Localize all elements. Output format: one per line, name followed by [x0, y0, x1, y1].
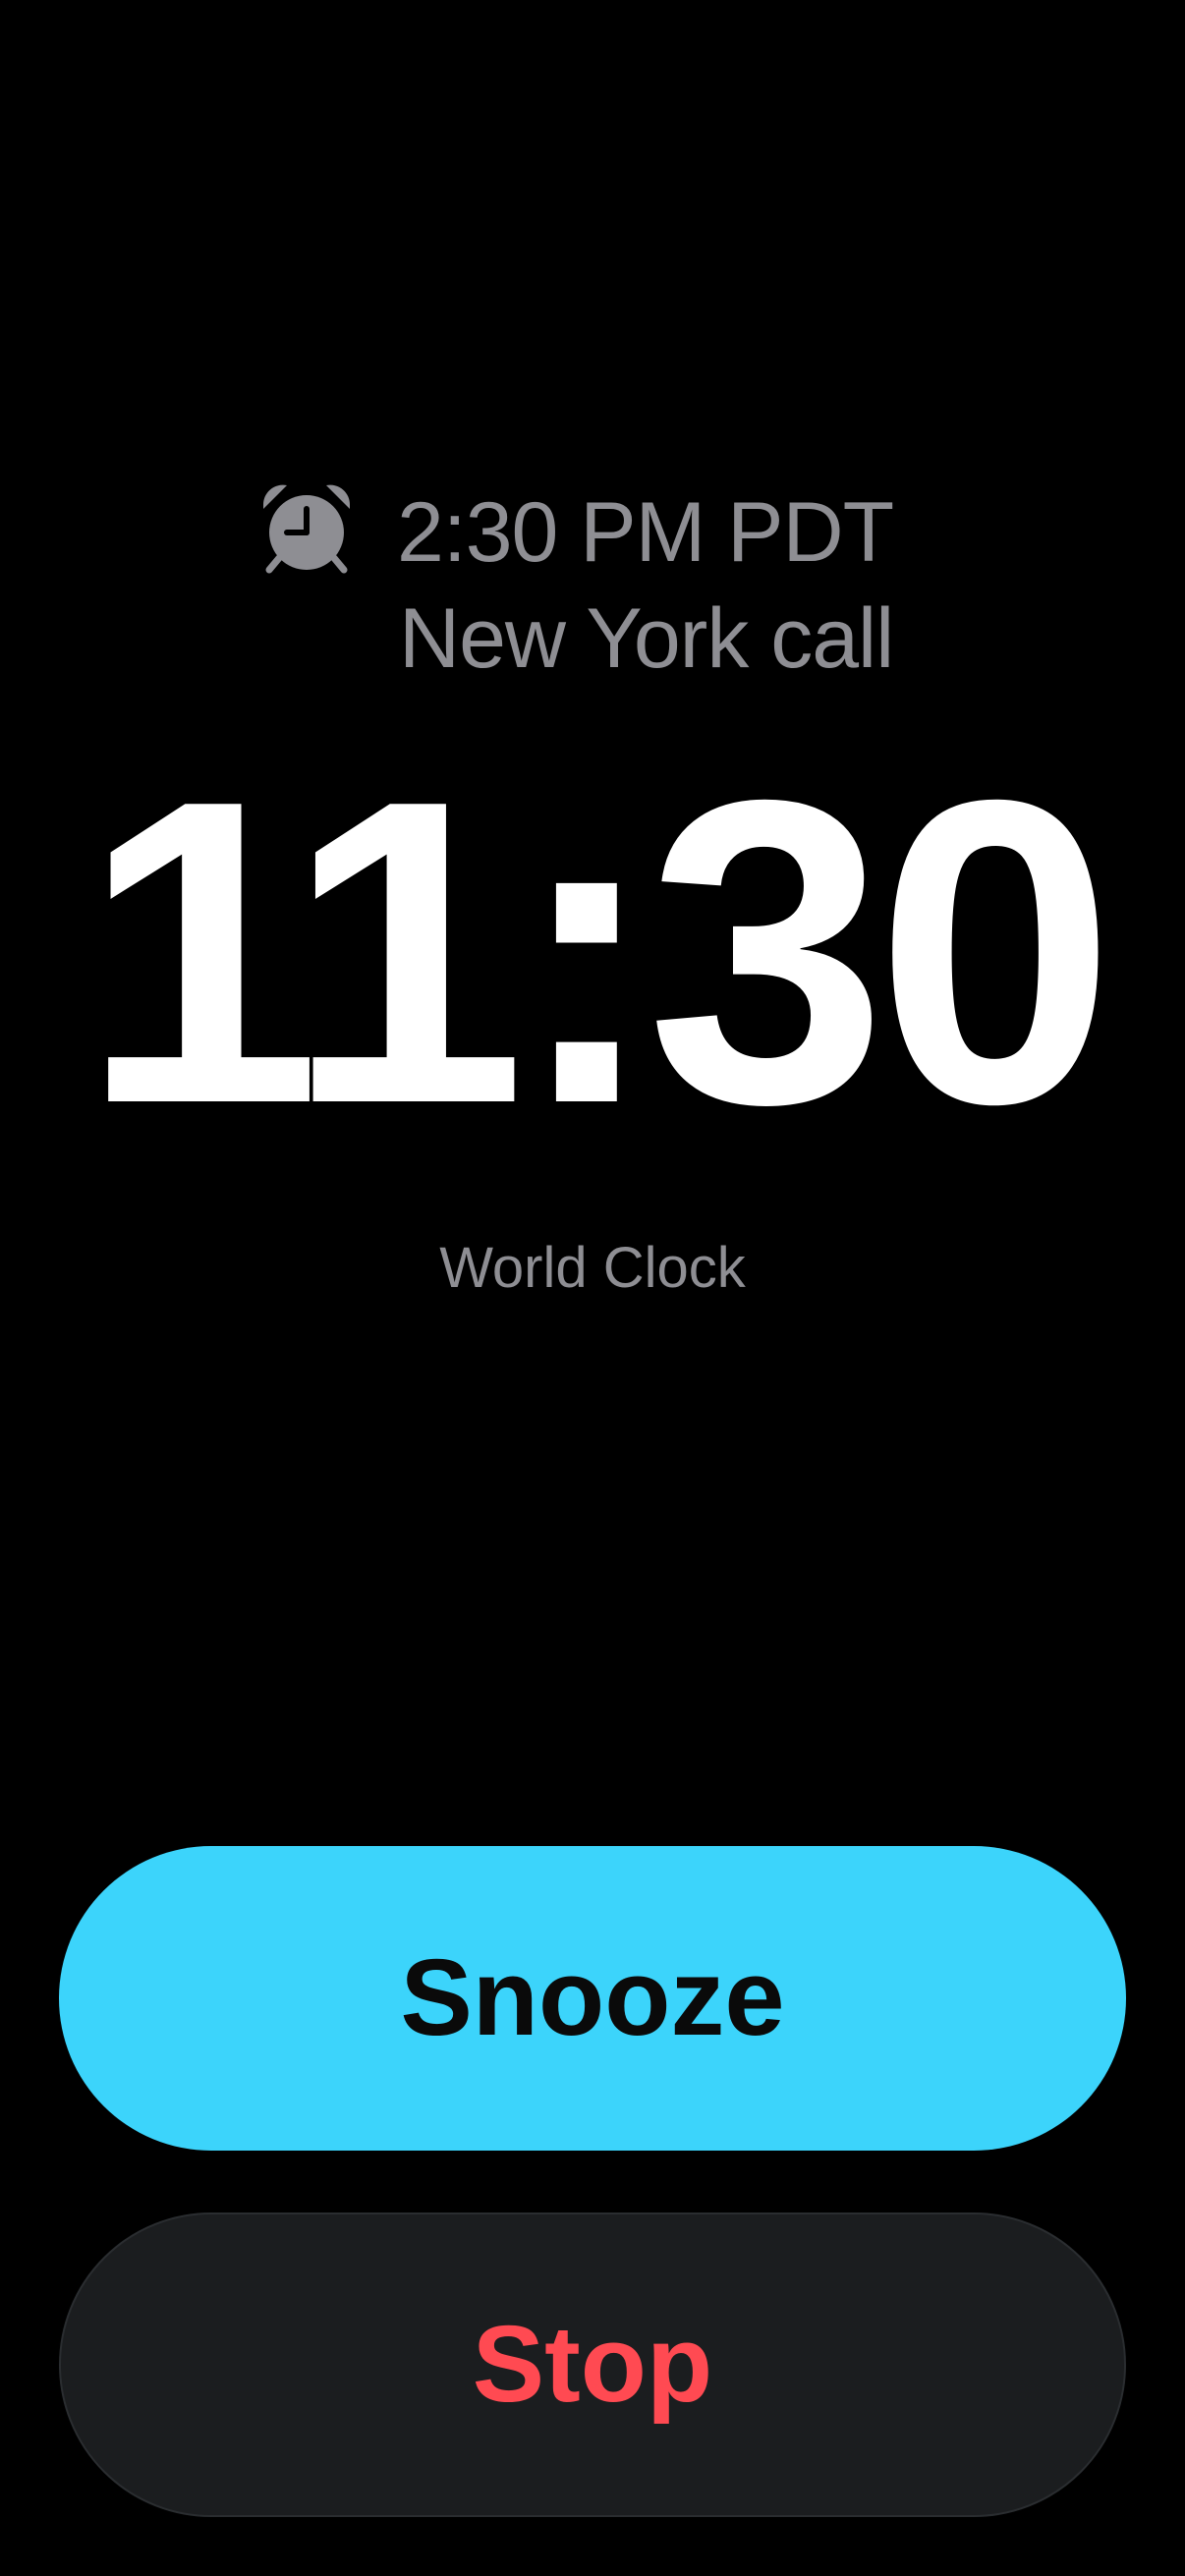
world-clock-caption: World Clock	[439, 1236, 746, 1300]
alarm-time: 2:30 PM PDT	[397, 485, 894, 580]
alarm-info: 2:30 PM PDT New York call	[257, 472, 945, 688]
snooze-button[interactable]: Snooze	[59, 1846, 1126, 2151]
alarm-clock-icon	[257, 479, 356, 578]
current-time: 11:30	[81, 711, 1115, 1194]
alarm-label: New York call	[399, 591, 894, 686]
snooze-label: Snooze	[400, 1937, 785, 2058]
stop-label: Stop	[472, 2304, 713, 2425]
stop-button[interactable]: Stop	[59, 2212, 1126, 2517]
